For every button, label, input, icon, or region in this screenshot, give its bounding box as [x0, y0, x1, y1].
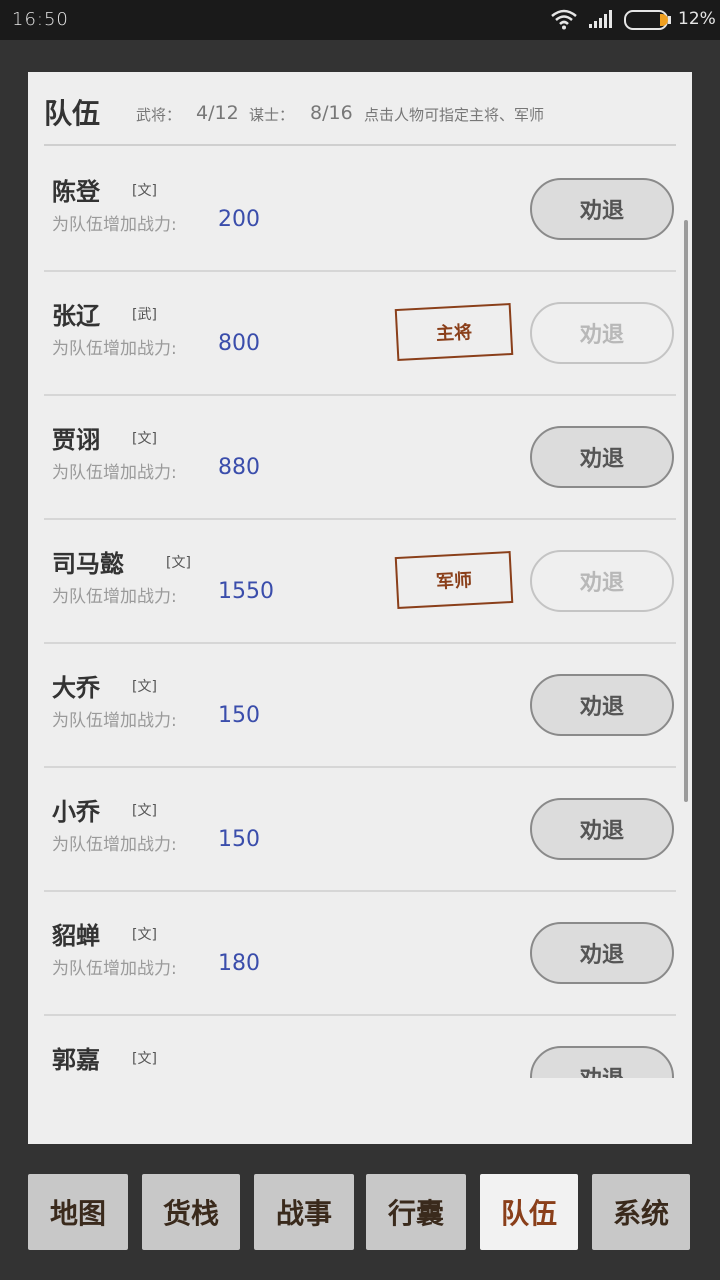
- dismiss-button[interactable]: 劝退: [530, 674, 674, 736]
- member-name: 小乔: [52, 797, 100, 826]
- list-item[interactable]: 大乔 [文] 为队伍增加战力: 150 劝退: [44, 644, 676, 768]
- member-type: [文]: [132, 679, 157, 695]
- generals-label: 武将：: [136, 106, 182, 124]
- list-item[interactable]: 司马懿 [文] 为队伍增加战力: 1550 军师 劝退: [44, 520, 676, 644]
- member-name: 司马懿: [52, 549, 124, 578]
- member-list[interactable]: 陈登 [文] 为队伍增加战力: 200 劝退 张辽 [武] 为队伍增加战力: 8…: [44, 148, 676, 1078]
- nav-battle-button[interactable]: 战事: [254, 1174, 354, 1250]
- strategist-stamp: 军师: [394, 551, 514, 609]
- bonus-label: 为队伍增加战力:: [52, 959, 177, 979]
- member-type: [武]: [132, 307, 157, 323]
- status-time: 16:50: [12, 9, 69, 30]
- bonus-label: 为队伍增加战力:: [52, 587, 177, 607]
- dismiss-button[interactable]: 劝退: [530, 1046, 674, 1078]
- generals-count: 4/12: [196, 102, 239, 124]
- member-name: 张辽: [52, 301, 100, 330]
- bonus-value: 880: [218, 455, 260, 480]
- bonus-label: 为队伍增加战力:: [52, 711, 177, 731]
- bonus-label: 为队伍增加战力:: [52, 339, 177, 359]
- member-name: 贾诩: [52, 425, 100, 454]
- member-type: [文]: [132, 183, 157, 199]
- bonus-label: 为队伍增加战力:: [52, 463, 177, 483]
- nav-bag-button[interactable]: 行囊: [366, 1174, 466, 1250]
- bonus-label: 为队伍增加战力:: [52, 215, 177, 235]
- status-bar: 16:50 12%: [0, 0, 720, 40]
- list-item[interactable]: 小乔 [文] 为队伍增加战力: 150 劝退: [44, 768, 676, 892]
- list-scrollbar[interactable]: [684, 220, 688, 802]
- member-name: 郭嘉: [52, 1045, 100, 1074]
- commander-stamp: 主将: [394, 303, 514, 361]
- bonus-value: 200: [218, 207, 260, 232]
- bonus-label: 为队伍增加战力:: [52, 835, 177, 855]
- dismiss-button[interactable]: 劝退: [530, 798, 674, 860]
- bonus-value: 1550: [218, 579, 274, 604]
- header-hint: 点击人物可指定主将、军师: [364, 106, 545, 124]
- list-item[interactable]: 贾诩 [文] 为队伍增加战力: 880 劝退: [44, 396, 676, 520]
- list-item[interactable]: 陈登 [文] 为队伍增加战力: 200 劝退: [44, 148, 676, 272]
- list-item[interactable]: 貂蝉 [文] 为队伍增加战力: 180 劝退: [44, 892, 676, 1016]
- member-name: 陈登: [52, 177, 100, 206]
- member-name: 大乔: [52, 673, 100, 702]
- bonus-value: 150: [218, 703, 260, 728]
- member-type: [文]: [132, 927, 157, 943]
- panel-header: 队伍 武将： 4/12 谋士： 8/16 点击人物可指定主将、军师: [44, 92, 676, 146]
- team-panel: 队伍 武将： 4/12 谋士： 8/16 点击人物可指定主将、军师 陈登 [文]…: [28, 72, 692, 1144]
- advisors-label: 谋士：: [249, 106, 295, 124]
- advisors-count: 8/16: [310, 102, 353, 124]
- member-type: [文]: [166, 555, 191, 571]
- list-item[interactable]: 张辽 [武] 为队伍增加战力: 800 主将 劝退: [44, 272, 676, 396]
- battery-icon: [624, 10, 672, 34]
- dismiss-button[interactable]: 劝退: [530, 550, 674, 612]
- list-item[interactable]: 郭嘉 [文] 劝退: [44, 1016, 676, 1078]
- member-name: 貂蝉: [52, 921, 100, 950]
- nav-team-button[interactable]: 队伍: [480, 1174, 578, 1250]
- nav-warehouse-button[interactable]: 货栈: [142, 1174, 240, 1250]
- signal-icon: [588, 9, 614, 33]
- nav-map-button[interactable]: 地图: [28, 1174, 128, 1250]
- nav-system-button[interactable]: 系统: [592, 1174, 690, 1250]
- bonus-value: 800: [218, 331, 260, 356]
- member-type: [文]: [132, 1051, 157, 1067]
- member-type: [文]: [132, 431, 157, 447]
- dismiss-button[interactable]: 劝退: [530, 178, 674, 240]
- member-type: [文]: [132, 803, 157, 819]
- wifi-icon: [550, 8, 578, 34]
- dismiss-button[interactable]: 劝退: [530, 922, 674, 984]
- bonus-value: 180: [218, 951, 260, 976]
- dismiss-button[interactable]: 劝退: [530, 302, 674, 364]
- bonus-value: 150: [218, 827, 260, 852]
- dismiss-button[interactable]: 劝退: [530, 426, 674, 488]
- page-title: 队伍: [44, 97, 101, 130]
- battery-percent: 12%: [678, 9, 716, 29]
